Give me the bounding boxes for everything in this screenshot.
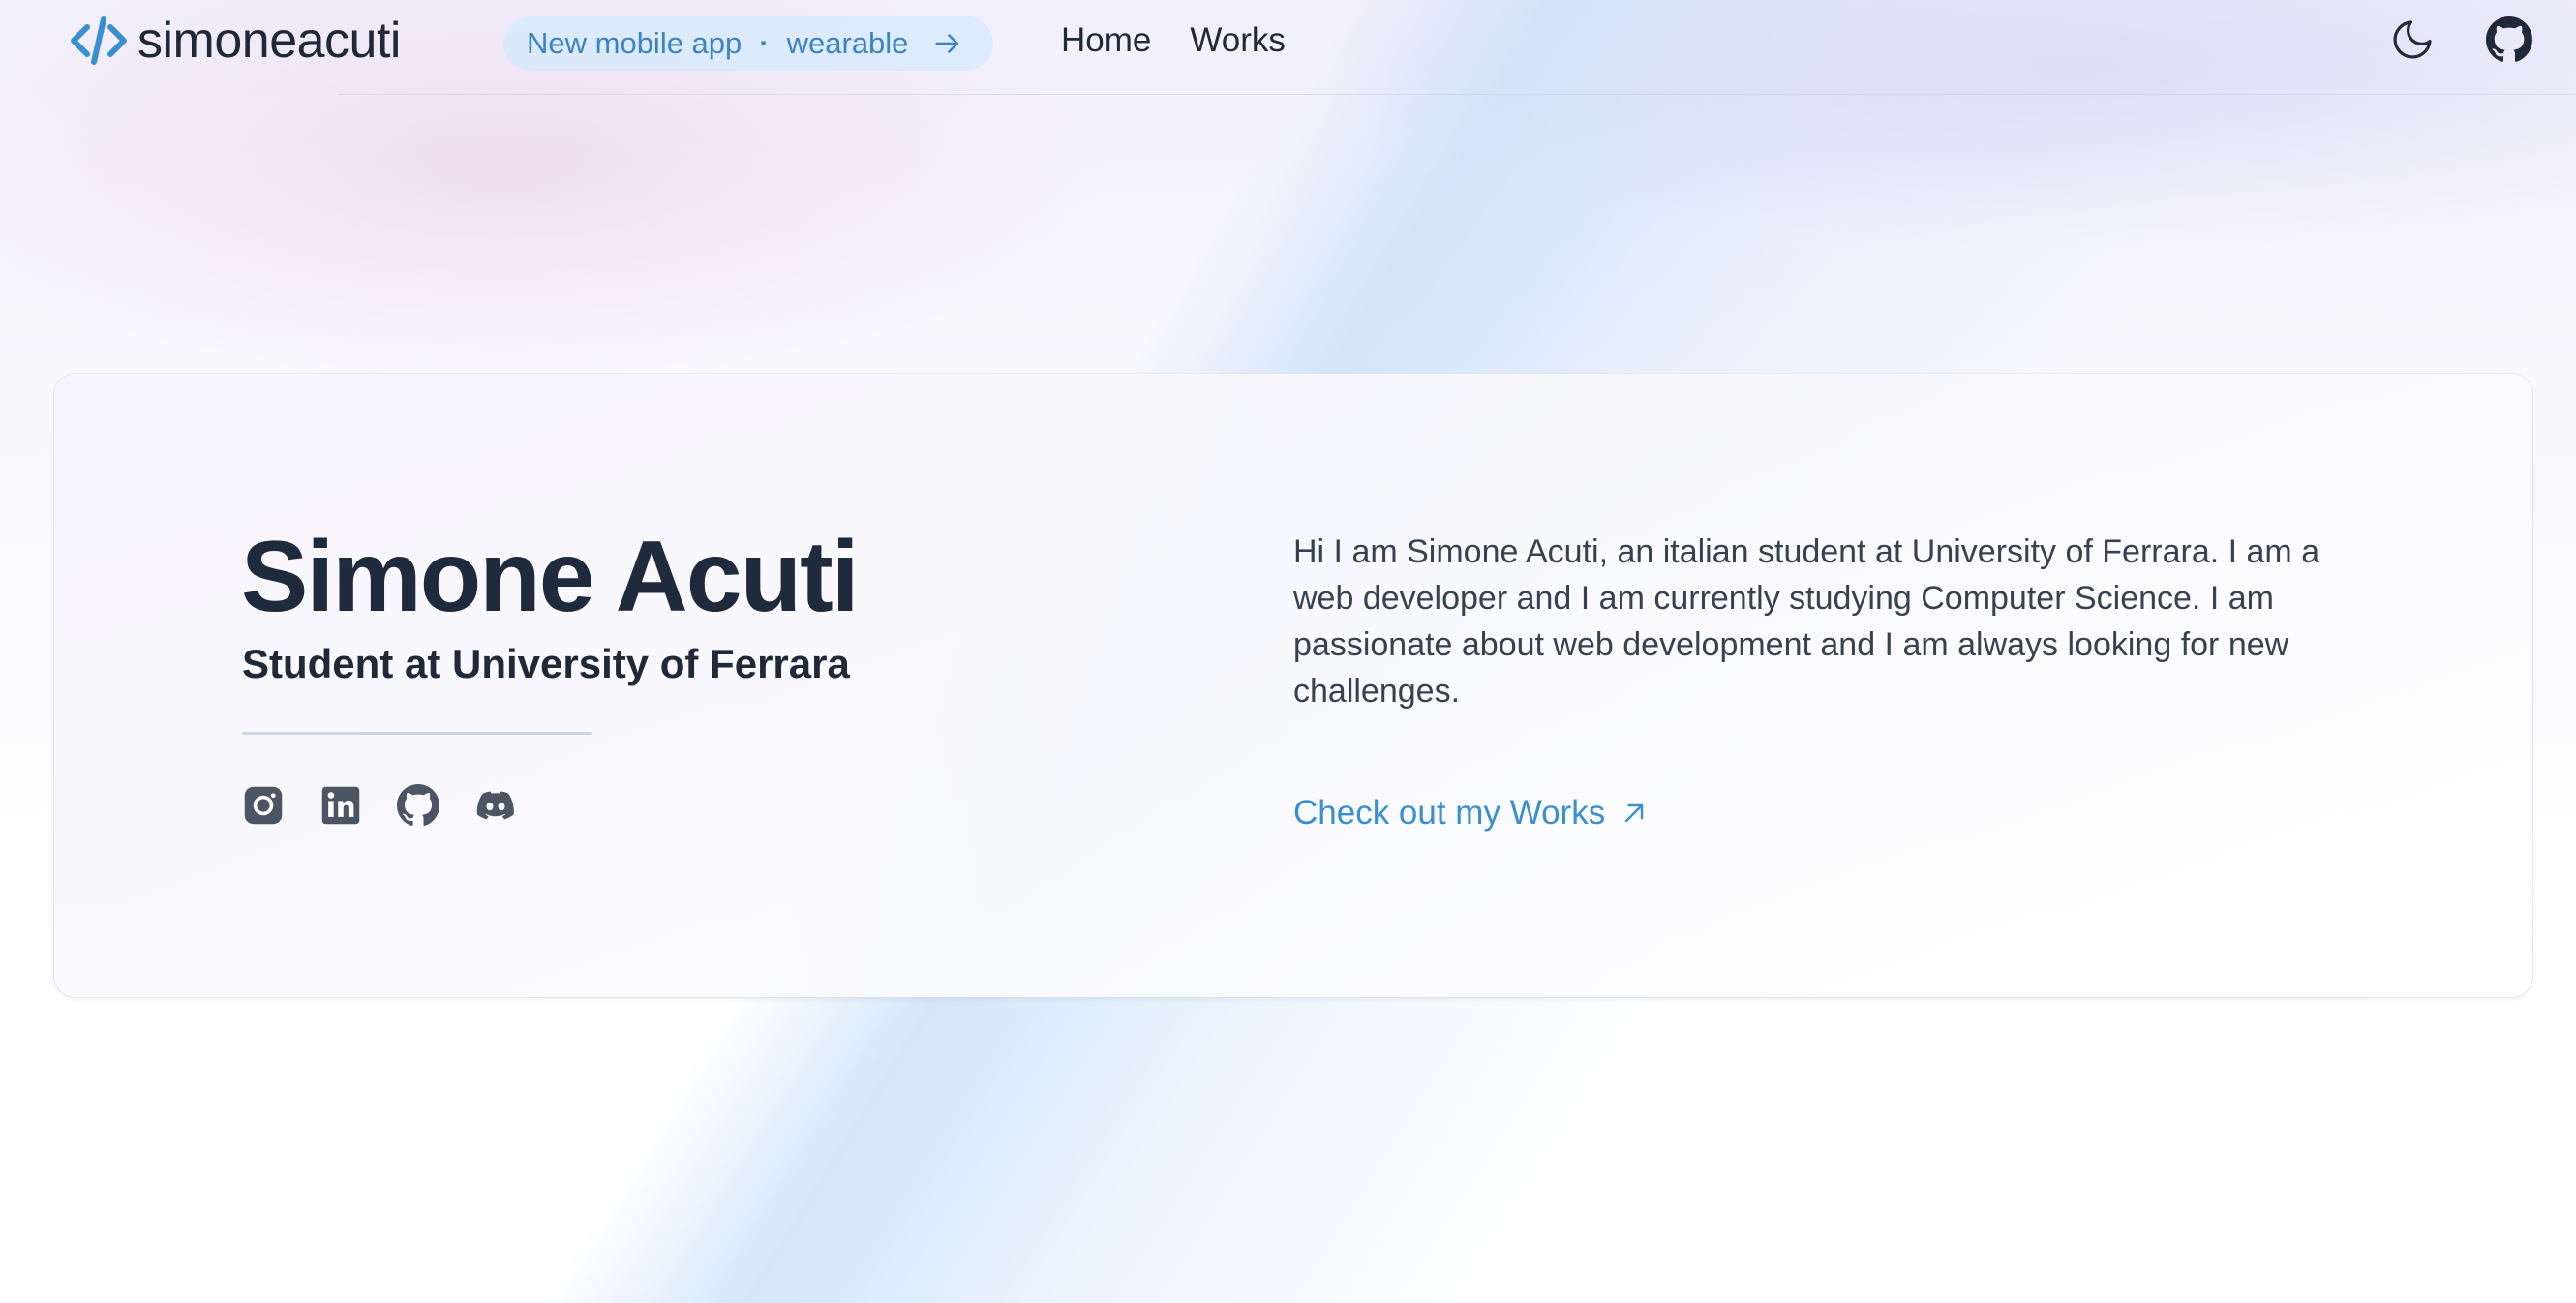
check-out-works-link[interactable]: Check out my Works: [1293, 794, 1650, 833]
announcement-separator: ·: [759, 26, 770, 60]
arrow-right-icon: [935, 34, 959, 53]
github-icon: [397, 784, 439, 826]
hero-subtitle: Student at University of Ferrara: [242, 641, 850, 686]
moon-icon: [2393, 20, 2432, 59]
theme-toggle-button[interactable]: [2388, 14, 2437, 66]
discord-icon: [476, 791, 514, 820]
code-brackets-icon: [71, 16, 127, 65]
cta-label: Check out my Works: [1293, 794, 1606, 832]
hero-name: Simone Acuti: [241, 521, 860, 633]
announcement-text-right: wearable: [786, 26, 909, 60]
github-link-button[interactable]: [2485, 14, 2533, 66]
social-links: [242, 784, 517, 827]
hero-divider: [242, 732, 592, 735]
site-header: simoneacuti New mobile app · wearable Ho…: [0, 0, 2576, 95]
hero-bio: Hi I am Simone Acuti, an italian student…: [1293, 533, 2320, 710]
linkedin-link[interactable]: [319, 784, 362, 827]
linkedin-icon: [321, 786, 360, 825]
header-divider: [339, 94, 2576, 95]
main-nav: Home Works: [1061, 17, 1286, 64]
discord-link[interactable]: [474, 784, 517, 827]
nav-item-works[interactable]: Works: [1190, 17, 1286, 64]
announcement-text-left: New mobile app: [527, 26, 742, 60]
header-actions: [2388, 14, 2533, 66]
github-social-link[interactable]: [397, 784, 439, 827]
announcement-pill[interactable]: New mobile app · wearable: [503, 16, 994, 71]
instagram-link[interactable]: [242, 784, 285, 827]
site-logo[interactable]: simoneacuti: [68, 12, 401, 70]
arrow-up-right-icon: [1625, 803, 1644, 823]
instagram-icon: [244, 786, 283, 825]
hero-card: Simone Acuti Student at University of Fe…: [54, 374, 2532, 997]
logo-text: simoneacuti: [137, 13, 401, 69]
nav-item-home[interactable]: Home: [1061, 17, 1151, 64]
github-icon: [2486, 16, 2532, 62]
